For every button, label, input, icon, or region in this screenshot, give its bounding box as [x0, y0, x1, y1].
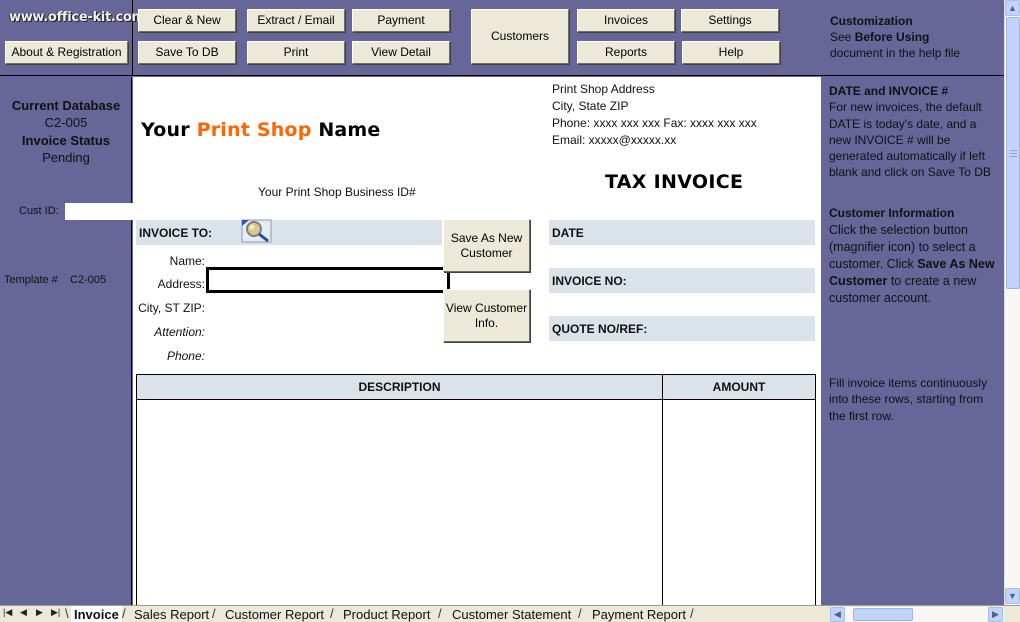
shop-city-line: City, State ZIP — [552, 99, 629, 113]
scroll-up-icon[interactable]: ▲ — [1005, 0, 1020, 16]
about-registration-button[interactable]: About & Registration — [5, 41, 128, 64]
customization-text-2: document in the help file — [830, 46, 961, 60]
date-help-title: DATE and INVOICE # — [829, 84, 949, 98]
phone-label: Phone: — [166, 349, 205, 363]
customer-help: Customer Information Click the selection… — [829, 205, 1001, 307]
current-database-label: Current Database — [11, 98, 121, 113]
tab-payment-report[interactable]: Payment Report — [592, 606, 686, 622]
invoices-button[interactable]: Invoices — [577, 9, 675, 32]
template-label: Template # — [4, 274, 58, 286]
logo-text[interactable]: www.office-kit.com — [9, 10, 145, 25]
tab-separator: / — [122, 606, 126, 621]
tab-separator: / — [690, 606, 694, 621]
invoice-title: TAX INVOICE — [605, 171, 744, 193]
tab-invoice[interactable]: Invoice — [71, 606, 122, 622]
tab-product-report[interactable]: Product Report — [343, 606, 430, 622]
amount-column-header: AMOUNT — [662, 375, 815, 399]
invoice-status-label: Invoice Status — [21, 133, 111, 148]
items-help: Fill invoice items continuously into the… — [829, 376, 988, 423]
date-help-clip: DATE and INVOICE # For new invoices, the… — [821, 77, 1004, 184]
shop-name-pre: Your — [141, 119, 197, 141]
business-id[interactable]: Your Print Shop Business ID# — [258, 185, 416, 199]
tab-separator: / — [578, 606, 582, 621]
sheet-tab-bar: |◀ ◀ ▶ ▶| \ Invoice / Sales Report / Cus… — [0, 605, 1020, 622]
print-button[interactable]: Print — [247, 41, 345, 64]
template-value: C2-005 — [70, 274, 107, 286]
customer-help-title: Customer Information — [829, 206, 955, 220]
before-using-link: Before Using — [854, 30, 930, 44]
horizontal-scrollbar[interactable]: ◀ ▶ — [830, 607, 1004, 622]
last-sheet-icon[interactable]: ▶| — [51, 607, 60, 618]
cust-id-label: Cust ID: — [19, 205, 59, 217]
view-customer-info-button[interactable]: View Customer Info. — [443, 289, 530, 342]
date-field[interactable]: DATE — [549, 220, 815, 245]
description-cells[interactable] — [137, 400, 662, 615]
name-label: Name: — [169, 254, 205, 268]
quote-no-field[interactable]: QUOTE NO/REF: — [549, 316, 815, 341]
tab-separator: / — [330, 606, 334, 621]
cust-id-input[interactable] — [65, 203, 133, 220]
attention-label: Attention: — [154, 325, 205, 339]
shop-phone-line: Phone: xxxx xxx xxx Fax: xxxx xxx xxx — [552, 116, 757, 130]
scroll-left-icon[interactable]: ◀ — [830, 607, 845, 622]
left-panel: Current Database C2-005 Invoice Status P… — [0, 77, 133, 605]
right-help-panel: DATE and INVOICE # For new invoices, the… — [821, 77, 1004, 605]
customers-button[interactable]: Customers — [471, 9, 569, 64]
tab-separator: / — [438, 606, 442, 621]
address-label: Address: — [157, 277, 205, 291]
date-help-text: For new invoices, the default DATE is to… — [829, 100, 991, 180]
save-to-db-button[interactable]: Save To DB — [138, 41, 236, 64]
shop-name-post: Name — [311, 119, 381, 141]
toolbar: www.office-kit.com About & Registration … — [0, 0, 1004, 76]
magnifier-icon[interactable] — [241, 218, 273, 243]
reports-button[interactable]: Reports — [577, 41, 675, 64]
shop-email-line: Email: xxxxx@xxxxx.xx — [552, 133, 677, 147]
tab-customer-statement[interactable]: Customer Statement — [452, 606, 571, 622]
tab-customer-report[interactable]: Customer Report — [225, 606, 324, 622]
invoice-sheet: Your Print Shop Name Your Print Shop Bus… — [133, 77, 821, 615]
customization-text: See — [830, 30, 855, 44]
invoice-to-header: INVOICE TO: — [136, 220, 442, 245]
items-table-header: DESCRIPTION AMOUNT — [137, 375, 815, 400]
date-help: DATE and INVOICE # For new invoices, the… — [829, 83, 1001, 181]
tab-separator: \ — [65, 606, 69, 621]
extract-email-button[interactable]: Extract / Email — [247, 9, 345, 32]
view-detail-button[interactable]: View Detail — [352, 41, 450, 64]
next-sheet-icon[interactable]: ▶ — [36, 607, 43, 618]
address-cell-selected[interactable] — [206, 267, 450, 293]
shop-address-block[interactable]: Print Shop Address City, State ZIP Phone… — [552, 81, 757, 149]
horizontal-scroll-thumb[interactable] — [853, 608, 913, 621]
vertical-scrollbar[interactable]: ▲ ▼ — [1004, 0, 1020, 605]
customization-title: Customization — [830, 14, 913, 28]
payment-button[interactable]: Payment — [352, 9, 450, 32]
tab-sales-report[interactable]: Sales Report — [134, 606, 209, 622]
scroll-down-icon[interactable]: ▼ — [1005, 588, 1020, 604]
customization-note: Customization See Before Using document … — [830, 13, 960, 61]
grip-icon — [1010, 150, 1017, 157]
invoice-no-field[interactable]: INVOICE NO: — [549, 268, 815, 293]
shop-name-accent: Print Shop — [196, 119, 312, 141]
first-sheet-icon[interactable]: |◀ — [3, 607, 12, 618]
tab-separator: / — [212, 606, 216, 621]
city-label: City, ST ZIP: — [138, 301, 205, 315]
help-button[interactable]: Help — [682, 41, 780, 64]
clear-new-button[interactable]: Clear & New — [138, 9, 236, 32]
current-database-value: C2-005 — [44, 115, 88, 130]
prev-sheet-icon[interactable]: ◀ — [20, 607, 27, 618]
settings-button[interactable]: Settings — [681, 9, 779, 32]
shop-address-line: Print Shop Address — [552, 82, 655, 96]
amount-cells[interactable] — [663, 400, 815, 615]
shop-name[interactable]: Your Print Shop Name — [141, 119, 381, 141]
description-column-header: DESCRIPTION — [358, 380, 441, 394]
invoice-status-value: Pending — [42, 150, 90, 165]
vertical-scroll-thumb[interactable] — [1006, 17, 1020, 289]
scroll-right-icon[interactable]: ▶ — [988, 607, 1003, 622]
spreadsheet-window: www.office-kit.com About & Registration … — [0, 0, 1020, 622]
save-as-new-customer-button[interactable]: Save As New Customer — [443, 219, 530, 272]
items-table: DESCRIPTION AMOUNT — [136, 374, 816, 615]
